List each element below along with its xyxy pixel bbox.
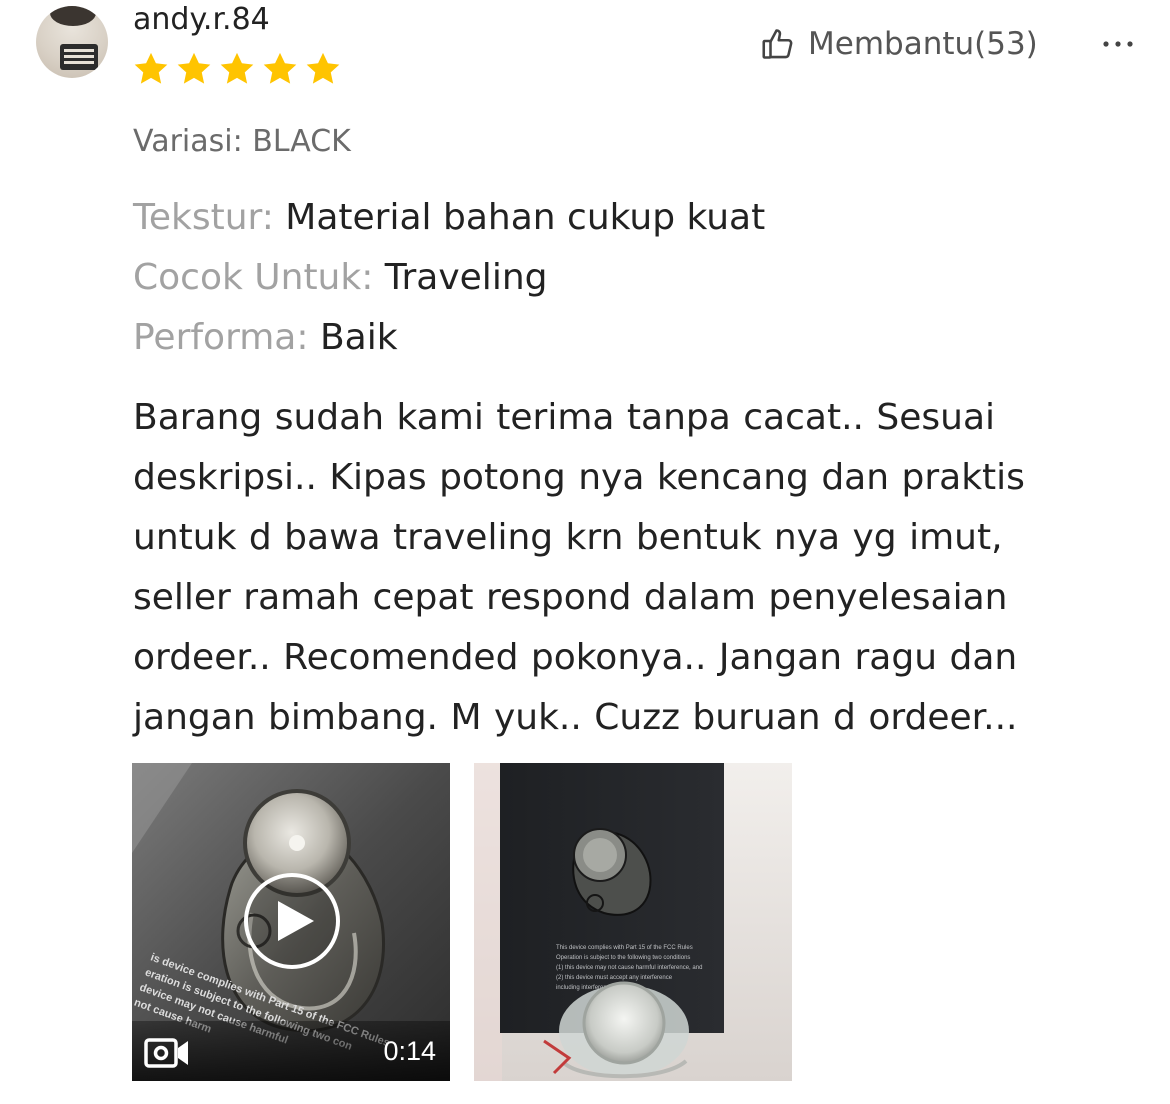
star-rating	[132, 50, 342, 88]
attribute-key: Tekstur:	[133, 197, 286, 238]
svg-text:This device complies with Part: This device complies with Part 15 of the…	[556, 945, 693, 951]
video-camera-icon	[144, 1038, 188, 1068]
attribute-value: Baik	[319, 317, 398, 358]
review-attributes: Tekstur: Material bahan cukup kuat Cocok…	[133, 196, 765, 376]
play-button[interactable]	[244, 873, 340, 969]
attribute-key: Performa:	[133, 317, 320, 358]
video-info-bar: 0:14	[132, 1021, 450, 1081]
helpful-count: Membantu(53)	[808, 26, 1038, 62]
review-card: andy.r.84 Membantu(53) Variasi: BLACK Te…	[0, 0, 1170, 1104]
more-dots-icon	[1103, 41, 1133, 47]
svg-text:(1) this device may not cause: (1) this device may not cause harmful in…	[556, 965, 702, 971]
attribute-row: Performa: Baik	[133, 316, 765, 376]
more-options-button[interactable]	[1096, 24, 1140, 64]
review-text-line: untuk d bawa traveling krn bentuk nya yg…	[133, 517, 1003, 558]
review-photo-thumbnail[interactable]: This device complies with Part 15 of the…	[474, 763, 792, 1081]
play-icon	[278, 901, 314, 941]
review-text-line: Barang sudah kami terima tanpa cacat.. S…	[133, 397, 996, 438]
review-video-thumbnail[interactable]: is device complies with Part 15 of the F…	[132, 763, 450, 1081]
review-text-line: deskripsi.. Kipas potong nya kencang dan…	[133, 457, 1025, 498]
star-icon	[134, 52, 168, 84]
avatar[interactable]	[36, 6, 108, 78]
attribute-key: Cocok Untuk:	[133, 257, 385, 298]
star-icon	[306, 52, 340, 84]
star-icon	[220, 52, 254, 84]
review-text-line: seller ramah cepat respond dalam penyele…	[133, 577, 1008, 618]
attribute-row: Cocok Untuk: Traveling	[133, 256, 765, 316]
reviewer-name: andy.r.84	[133, 2, 270, 37]
svg-text:(2) this device must accept an: (2) this device must accept any interfer…	[556, 975, 673, 981]
thumbs-up-icon	[762, 29, 793, 59]
star-icon	[263, 52, 297, 84]
review-text: Barang sudah kami terima tanpa cacat.. S…	[133, 388, 1133, 748]
svg-text:Operation is subject to the fo: Operation is subject to the following tw…	[556, 955, 690, 961]
attribute-value: Material bahan cukup kuat	[285, 197, 766, 238]
star-icon	[177, 52, 211, 84]
review-photo-image: This device complies with Part 15 of the…	[474, 763, 792, 1081]
helpful-button[interactable]: Membantu(53)	[760, 22, 1038, 66]
attribute-value: Traveling	[384, 257, 548, 298]
attribute-row: Tekstur: Material bahan cukup kuat	[133, 196, 765, 256]
variation-label: Variasi: BLACK	[133, 124, 351, 159]
review-text-line: ordeer.. Recomended pokonya.. Jangan rag…	[133, 637, 1018, 678]
review-text-line: jangan bimbang. M yuk.. Cuzz buruan d or…	[133, 697, 1018, 738]
video-duration: 0:14	[383, 1036, 436, 1066]
